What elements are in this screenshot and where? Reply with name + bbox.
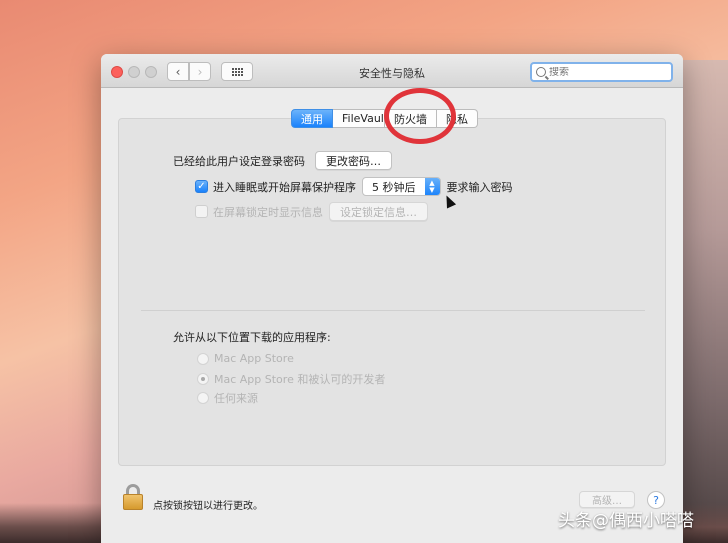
title-bar: ‹ › 安全性与隐私 <box>101 54 683 88</box>
show-message-label: 在屏幕锁定时显示信息 <box>213 205 323 219</box>
require-password-delay-select[interactable]: 5 秒钟后 ▲ ▼ <box>362 177 441 196</box>
section-divider <box>141 310 645 311</box>
radio-identified-developers[interactable] <box>197 373 209 385</box>
lock-hint-text: 点按锁按钮以进行更改。 <box>153 501 263 512</box>
search-input[interactable] <box>549 66 659 78</box>
annotation-circle <box>384 88 456 144</box>
radio-label: 任何来源 <box>214 392 258 405</box>
radio-label: Mac App Store <box>214 352 294 365</box>
radio-label: Mac App Store 和被认可的开发者 <box>214 373 386 386</box>
radio-mac-app-store[interactable] <box>197 352 209 365</box>
lock-icon[interactable] <box>123 484 143 510</box>
tab-filevault[interactable]: FileVault <box>333 109 385 128</box>
chevron-updown-icon: ▲ ▼ <box>424 178 440 195</box>
downloads-heading: 允许从以下位置下载的应用程序: <box>173 331 331 344</box>
watermark: 头条@偶西小嗒嗒 <box>558 511 694 531</box>
change-password-button[interactable]: 更改密码… <box>315 151 392 170</box>
search-icon <box>536 67 546 77</box>
show-message-checkbox[interactable] <box>195 205 208 218</box>
password-label: 已经给此用户设定登录密码 <box>173 154 305 168</box>
require-password-suffix: 要求输入密码 <box>446 180 513 194</box>
require-password-label: 进入睡眠或开始屏幕保护程序 <box>213 180 356 194</box>
tab-general[interactable]: 通用 <box>291 109 333 128</box>
require-password-checkbox[interactable]: ✓ <box>195 180 208 193</box>
radio-anywhere[interactable] <box>197 392 209 404</box>
delay-value: 5 秒钟后 <box>372 180 416 194</box>
search-field[interactable] <box>530 62 673 82</box>
general-panel: 已经给此用户设定登录密码 更改密码… ✓ 进入睡眠或开始屏幕保护程序 5 秒钟后… <box>118 118 666 466</box>
set-lock-message-button[interactable]: 设定锁定信息… <box>329 202 428 221</box>
